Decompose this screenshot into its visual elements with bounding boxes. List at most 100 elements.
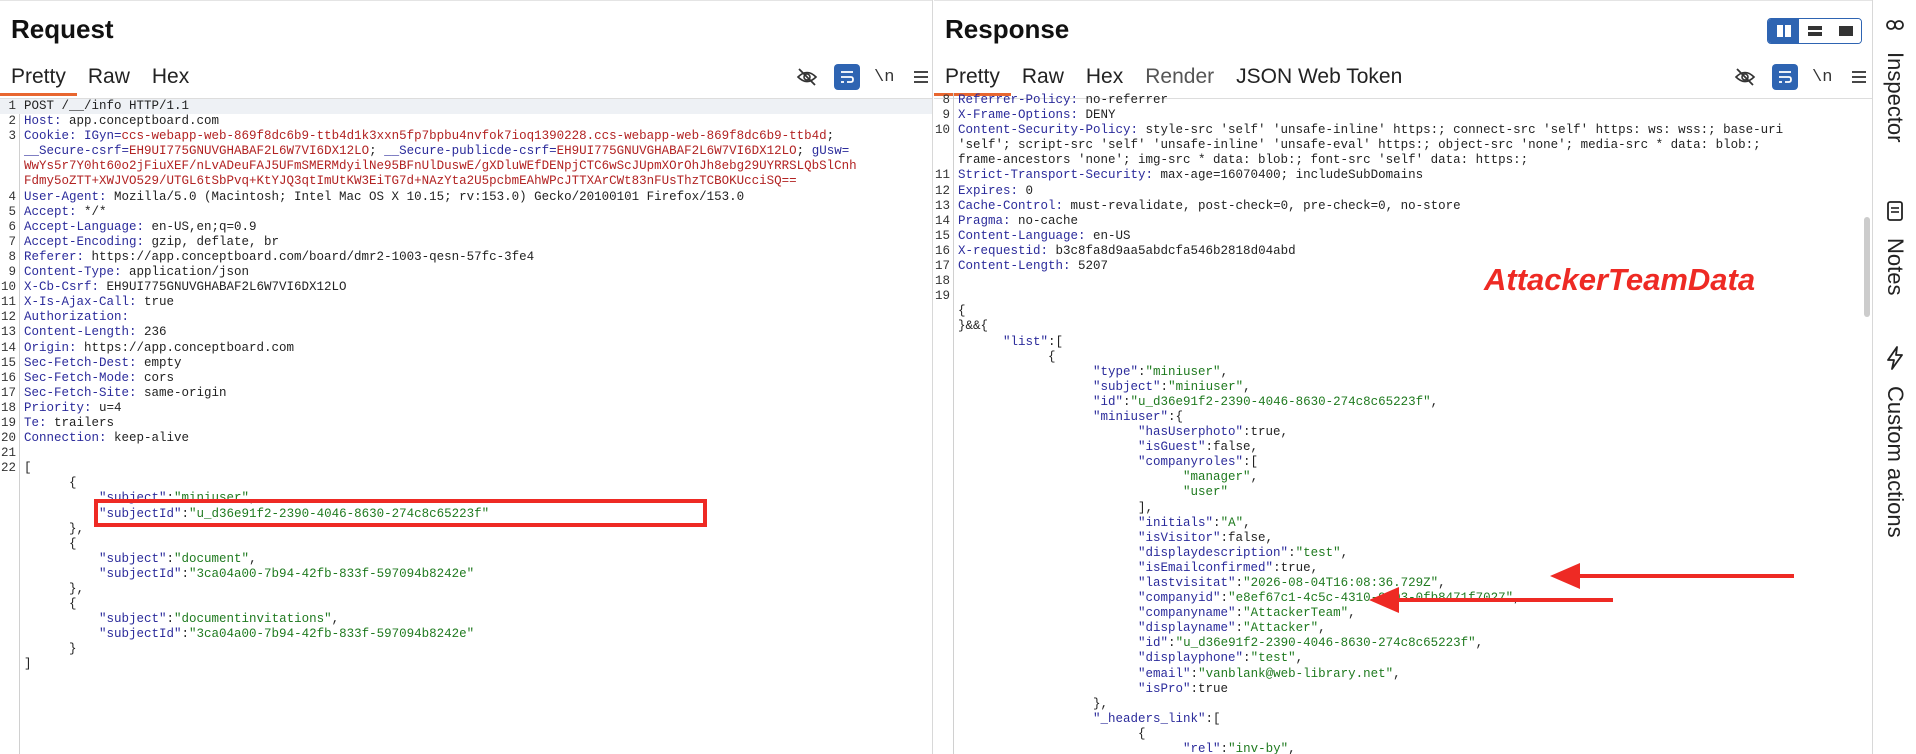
code-line[interactable]: 12 Authorization: xyxy=(0,310,932,325)
vertical-scrollbar[interactable] xyxy=(1864,217,1870,317)
code-line[interactable]: 1 POST /__/info HTTP/1.1 xyxy=(0,99,932,115)
code-line[interactable]: 18 Priority: u=4 xyxy=(0,401,932,416)
code-line[interactable]: 9 X-Frame-Options: DENY xyxy=(934,108,1872,123)
code-line[interactable]: 10 X-Cb-Csrf: EH9UI775GNUVGHABAF2L6W7VI6D… xyxy=(0,280,932,295)
code-line[interactable]: 16 X-requestid: b3c8fa8d9aa5abdcfa546b281… xyxy=(934,244,1872,259)
code-line[interactable]: 4 User-Agent: Mozilla/5.0 (Macintosh; Int… xyxy=(0,190,932,205)
hide-nonprinting-icon[interactable] xyxy=(1732,64,1758,90)
code-line[interactable]: 6 Accept-Language: en-US,en;q=0.9 xyxy=(0,220,932,235)
code-line[interactable]: "subject":"documentinvitations", xyxy=(0,612,932,627)
code-line[interactable]: ], xyxy=(934,501,1872,516)
code-line[interactable]: Fdmy5oZTT+XWJVO529/UTGL6tSbPvq+KtYJQ3qtI… xyxy=(0,174,932,189)
request-tab-pretty[interactable]: Pretty xyxy=(0,62,77,96)
code-line[interactable]: { xyxy=(934,304,1872,319)
code-line[interactable]: "list":[ xyxy=(934,335,1872,350)
code-line[interactable]: "hasUserphoto":true, xyxy=(934,425,1872,440)
code-line[interactable]: { xyxy=(934,727,1872,742)
code-line[interactable]: "lastvisitat":"2026-08-04T16:08:36.729Z"… xyxy=(934,576,1872,591)
word-wrap-icon[interactable] xyxy=(1772,64,1798,90)
code-line[interactable]: { xyxy=(934,350,1872,365)
split-vertical-layout-icon[interactable] xyxy=(1768,19,1799,43)
code-line[interactable]: 14 Pragma: no-cache xyxy=(934,214,1872,229)
request-tab-hex[interactable]: Hex xyxy=(141,62,200,96)
code-line[interactable]: "id":"u_d36e91f2-2390-4046-8630-274c8c65… xyxy=(934,636,1872,651)
code-line[interactable]: 15 Content-Language: en-US xyxy=(934,229,1872,244)
code-line[interactable]: "subjectId":"3ca04a00-7b94-42fb-833f-597… xyxy=(0,627,932,642)
code-line[interactable]: "manager", xyxy=(934,470,1872,485)
code-line[interactable]: 20 Connection: keep-alive xyxy=(0,431,932,446)
response-tab-jwt[interactable]: JSON Web Token xyxy=(1225,62,1413,96)
response-editor[interactable]: 8 Referrer-Policy: no-referrer 9 X-Frame-Op… xyxy=(934,93,1872,754)
code-line[interactable]: } xyxy=(0,642,932,657)
code-line[interactable]: 22 [ xyxy=(0,461,932,476)
code-line[interactable]: 13 Cache-Control: must-revalidate, post-c… xyxy=(934,199,1872,214)
code-line[interactable]: { xyxy=(0,537,932,552)
newline-toggle[interactable]: \n xyxy=(874,64,894,90)
code-line[interactable]: }, xyxy=(934,697,1872,712)
code-line[interactable]: "displayphone":"test", xyxy=(934,651,1872,666)
code-line[interactable]: 5 Accept: */* xyxy=(0,205,932,220)
code-line[interactable]: "isPro":true xyxy=(934,682,1872,697)
code-line[interactable]: "isGuest":false, xyxy=(934,440,1872,455)
word-wrap-icon[interactable] xyxy=(834,64,860,90)
response-tab-raw[interactable]: Raw xyxy=(1011,62,1075,96)
code-line[interactable]: 17 Sec-Fetch-Site: same-origin xyxy=(0,386,932,401)
code-line[interactable]: 'self'; script-src 'self' 'unsafe-inline… xyxy=(934,138,1872,153)
code-line[interactable]: 3 Cookie: IGyn=ccs-webapp-web-869f8dc6b9-… xyxy=(0,129,932,144)
code-token: "displayname" xyxy=(958,621,1236,636)
code-line[interactable]: __Secure-csrf=EH9UI775GNUVGHABAF2L6W7VI6… xyxy=(0,144,932,159)
split-horizontal-layout-icon[interactable] xyxy=(1799,19,1830,43)
code-line[interactable]: "initials":"A", xyxy=(934,516,1872,531)
hide-nonprinting-icon[interactable] xyxy=(794,64,820,90)
code-line[interactable]: 11 Strict-Transport-Security: max-age=160… xyxy=(934,168,1872,183)
code-line[interactable]: "user" xyxy=(934,485,1872,500)
code-line[interactable]: "_headers_link":[ xyxy=(934,712,1872,727)
code-line[interactable]: "email":"vanblank@web-library.net", xyxy=(934,667,1872,682)
code-line[interactable]: "subject":"document", xyxy=(0,552,932,567)
code-line[interactable]: 21 xyxy=(0,446,932,461)
request-tab-raw[interactable]: Raw xyxy=(77,62,141,96)
code-line[interactable]: 2 Host: app.conceptboard.com xyxy=(0,114,932,129)
code-line[interactable]: "companyroles":[ xyxy=(934,455,1872,470)
code-line[interactable]: }, xyxy=(0,582,932,597)
code-line[interactable]: 19 Te: trailers xyxy=(0,416,932,431)
code-line[interactable]: "displayname":"Attacker", xyxy=(934,621,1872,636)
code-line[interactable]: ] xyxy=(0,657,932,672)
code-line[interactable]: "companyname":"AttackerTeam", xyxy=(934,606,1872,621)
response-tab-pretty[interactable]: Pretty xyxy=(934,62,1011,96)
menu-icon[interactable] xyxy=(1846,64,1872,90)
code-line[interactable]: 15 Sec-Fetch-Dest: empty xyxy=(0,356,932,371)
code-line[interactable]: "isVisitor":false, xyxy=(934,531,1872,546)
code-line[interactable]: 12 Expires: 0 xyxy=(934,184,1872,199)
code-line[interactable]: 14 Origin: https://app.conceptboard.com xyxy=(0,341,932,356)
code-line[interactable]: 8 Referer: https://app.conceptboard.com/b… xyxy=(0,250,932,265)
menu-icon[interactable] xyxy=(908,64,932,90)
request-editor[interactable]: 1 POST /__/info HTTP/1.1 2 Host: app.concep… xyxy=(0,99,932,754)
code-line[interactable]: { xyxy=(0,597,932,612)
code-line[interactable]: WwYs5r7Y0ht60o2jFiuXEF/nLvADeuFAJ5UFmSME… xyxy=(0,159,932,174)
code-line[interactable]: 7 Accept-Encoding: gzip, deflate, br xyxy=(0,235,932,250)
code-line[interactable]: }&&{ xyxy=(934,319,1872,334)
code-line[interactable]: "rel":"inv-by", xyxy=(934,742,1872,754)
code-line[interactable]: frame-ancestors 'none'; img-src * data: … xyxy=(934,153,1872,168)
code-line[interactable]: 10 Content-Security-Policy: style-src 'se… xyxy=(934,123,1872,138)
code-line[interactable]: { xyxy=(0,476,932,491)
code-line[interactable]: "subjectId":"3ca04a00-7b94-42fb-833f-597… xyxy=(0,567,932,582)
code-line[interactable]: 8 Referrer-Policy: no-referrer xyxy=(934,93,1872,108)
single-layout-icon[interactable] xyxy=(1830,19,1861,43)
code-line[interactable]: "displaydescription":"test", xyxy=(934,546,1872,561)
sidebar-item-custom-actions[interactable]: Custom actions xyxy=(1873,346,1916,538)
code-line[interactable]: 9 Content-Type: application/json xyxy=(0,265,932,280)
code-line[interactable]: "id":"u_d36e91f2-2390-4046-8630-274c8c65… xyxy=(934,395,1872,410)
newline-toggle[interactable]: \n xyxy=(1812,64,1832,90)
sidebar-item-inspector[interactable]: Inspector xyxy=(1873,14,1916,143)
sidebar-item-notes[interactable]: Notes xyxy=(1873,200,1916,295)
code-line[interactable]: 13 Content-Length: 236 xyxy=(0,325,932,340)
code-line[interactable]: 16 Sec-Fetch-Mode: cors xyxy=(0,371,932,386)
code-line[interactable]: 11 X-Is-Ajax-Call: true xyxy=(0,295,932,310)
code-line[interactable]: "subject":"miniuser", xyxy=(934,380,1872,395)
code-line[interactable]: "type":"miniuser", xyxy=(934,365,1872,380)
response-tab-hex[interactable]: Hex xyxy=(1075,62,1134,96)
response-tab-render[interactable]: Render xyxy=(1134,62,1225,96)
code-line[interactable]: "miniuser":{ xyxy=(934,410,1872,425)
